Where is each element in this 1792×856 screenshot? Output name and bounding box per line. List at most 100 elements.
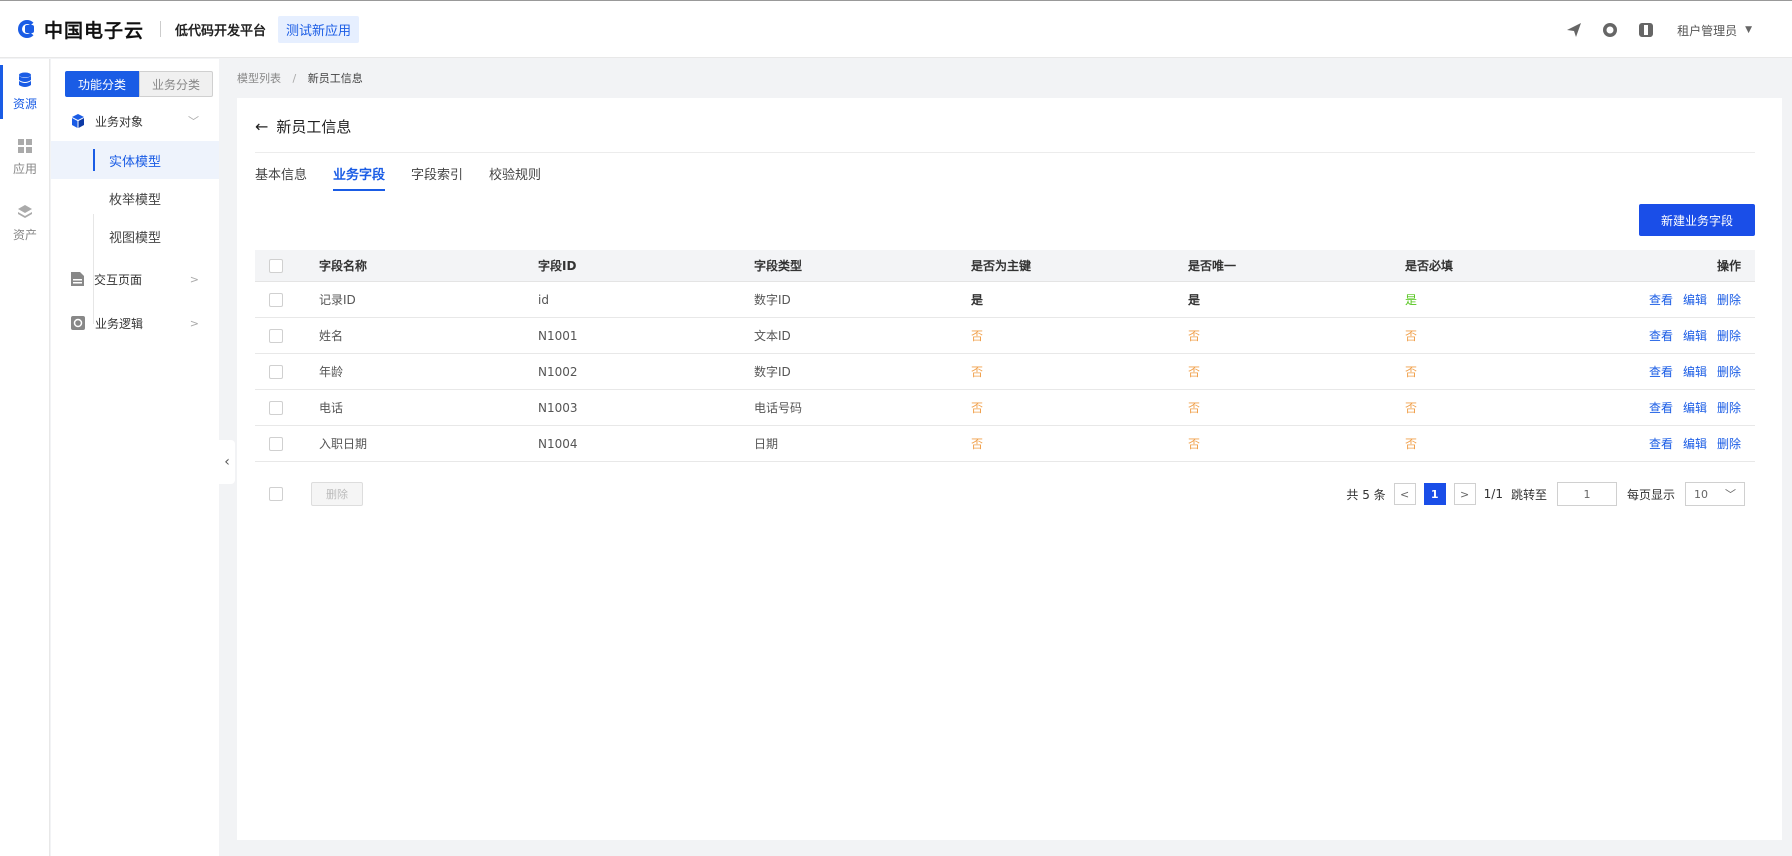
cell-pk: 否 bbox=[971, 437, 984, 451]
col-header-required: 是否必填 bbox=[1405, 259, 1454, 273]
database-icon bbox=[18, 72, 32, 91]
row-checkbox[interactable] bbox=[269, 292, 283, 307]
delete-link[interactable]: 删除 bbox=[1717, 399, 1741, 416]
box-icon[interactable] bbox=[1637, 21, 1655, 39]
table-row: 入职日期 N1004 日期 否 否 否 查看 编辑 删除 bbox=[255, 426, 1755, 462]
edit-link[interactable]: 编辑 bbox=[1683, 291, 1707, 308]
cube-icon bbox=[71, 114, 85, 128]
seg-function[interactable]: 功能分类 bbox=[65, 71, 140, 97]
cell-unique: 是 bbox=[1188, 293, 1201, 307]
cell-id: N1002 bbox=[538, 364, 578, 379]
edit-link[interactable]: 编辑 bbox=[1683, 327, 1707, 344]
rail-item-assets[interactable]: 资产 bbox=[0, 191, 50, 257]
cell-type: 电话号码 bbox=[754, 401, 803, 415]
edit-link[interactable]: 编辑 bbox=[1683, 399, 1707, 416]
batch-delete-button[interactable]: 删除 bbox=[311, 482, 363, 506]
cell-required: 否 bbox=[1405, 401, 1418, 415]
cell-id: N1004 bbox=[538, 436, 578, 451]
tab-business-fields[interactable]: 业务字段 bbox=[333, 164, 386, 191]
cell-name: 记录ID bbox=[319, 293, 356, 307]
table-header: 字段名称 字段ID 字段类型 是否为主键 是否唯一 是否必填 操作 bbox=[255, 250, 1755, 282]
tab-basic-info[interactable]: 基本信息 bbox=[255, 164, 307, 191]
cell-unique: 否 bbox=[1188, 437, 1201, 451]
rail-label: 资源 bbox=[12, 97, 37, 111]
delete-link[interactable]: 删除 bbox=[1717, 363, 1741, 380]
row-actions: 查看 编辑 删除 bbox=[1639, 435, 1741, 452]
nav-item-view-model[interactable]: 视图模型 bbox=[51, 217, 219, 255]
page-header: ← 新员工信息 bbox=[255, 116, 351, 137]
col-header-name: 字段名称 bbox=[319, 259, 368, 273]
collapse-sidebar-button[interactable]: ‹ bbox=[219, 440, 235, 484]
delete-link[interactable]: 删除 bbox=[1717, 327, 1741, 344]
view-link[interactable]: 查看 bbox=[1649, 435, 1673, 452]
side-nav: 功能分类 业务分类 业务对象 ﹀ 实体模型 枚举模型 视图模型 交互页面 > 业… bbox=[51, 59, 219, 856]
delete-link[interactable]: 删除 bbox=[1717, 291, 1741, 308]
footer-select-all-checkbox[interactable] bbox=[269, 487, 283, 501]
cell-id: N1001 bbox=[538, 328, 578, 343]
breadcrumb: 模型列表 / 新员工信息 bbox=[237, 70, 363, 86]
new-field-button[interactable]: 新建业务字段 bbox=[1639, 204, 1755, 236]
chevron-right-icon: > bbox=[189, 316, 199, 330]
tab-field-index[interactable]: 字段索引 bbox=[411, 164, 463, 191]
nav-item-enum-model[interactable]: 枚举模型 bbox=[51, 179, 219, 217]
row-actions: 查看 编辑 删除 bbox=[1639, 327, 1741, 344]
nav-group-logic[interactable]: 业务逻辑 > bbox=[51, 303, 219, 343]
row-checkbox[interactable] bbox=[269, 364, 283, 379]
cell-id: id bbox=[538, 292, 549, 307]
logo[interactable]: 中国电子云 bbox=[18, 16, 144, 43]
cell-pk: 否 bbox=[971, 329, 984, 343]
edit-link[interactable]: 编辑 bbox=[1683, 363, 1707, 380]
row-checkbox[interactable] bbox=[269, 400, 283, 415]
page-count: 1/1 bbox=[1483, 487, 1503, 501]
delete-link[interactable]: 删除 bbox=[1717, 435, 1741, 452]
tab-validation-rules[interactable]: 校验规则 bbox=[489, 164, 541, 191]
cell-required: 否 bbox=[1405, 329, 1418, 343]
select-all-checkbox[interactable] bbox=[269, 258, 283, 273]
per-page-select[interactable]: 10 ﹀ bbox=[1685, 482, 1745, 506]
jump-input[interactable]: 1 bbox=[1556, 482, 1617, 506]
platform-name: 低代码开发平台 bbox=[175, 23, 267, 39]
pagination: 共 5 条 < 1 > 1/1 跳转至 1 每页显示 10 ﹀ bbox=[1342, 482, 1745, 506]
clock-icon[interactable] bbox=[1601, 21, 1619, 39]
nav-group-pages[interactable]: 交互页面 > bbox=[51, 259, 219, 299]
edit-link[interactable]: 编辑 bbox=[1683, 435, 1707, 452]
chevron-down-icon: ﹀ bbox=[188, 115, 199, 128]
layers-icon bbox=[18, 205, 32, 222]
send-icon[interactable] bbox=[1565, 21, 1583, 39]
view-link[interactable]: 查看 bbox=[1649, 327, 1673, 344]
view-link[interactable]: 查看 bbox=[1649, 363, 1673, 380]
per-page-value: 10 bbox=[1694, 487, 1708, 501]
icon-rail: 资源 应用 资产 bbox=[0, 59, 50, 856]
seg-business[interactable]: 业务分类 bbox=[139, 71, 214, 97]
table-row: 电话 N1003 电话号码 否 否 否 查看 编辑 删除 bbox=[255, 390, 1755, 426]
chevron-right-icon: > bbox=[189, 272, 199, 286]
nav-group-business-objects[interactable]: 业务对象 ﹀ bbox=[51, 101, 219, 141]
breadcrumb-parent[interactable]: 模型列表 bbox=[237, 72, 281, 85]
chevron-down-icon: ﹀ bbox=[1725, 488, 1736, 501]
grid-icon bbox=[18, 139, 32, 156]
back-arrow-icon[interactable]: ← bbox=[255, 117, 268, 136]
view-link[interactable]: 查看 bbox=[1649, 399, 1673, 416]
tabs: 基本信息 业务字段 字段索引 校验规则 bbox=[255, 164, 567, 191]
next-page-button[interactable]: > bbox=[1453, 483, 1476, 505]
cell-unique: 否 bbox=[1188, 401, 1201, 415]
cell-pk: 是 bbox=[971, 293, 984, 307]
page-1-button[interactable]: 1 bbox=[1423, 483, 1446, 505]
col-header-ops: 操作 bbox=[1716, 259, 1741, 273]
row-checkbox[interactable] bbox=[269, 328, 283, 343]
row-checkbox[interactable] bbox=[269, 436, 283, 451]
row-actions: 查看 编辑 删除 bbox=[1639, 399, 1741, 416]
prev-page-button[interactable]: < bbox=[1393, 483, 1416, 505]
rail-item-apps[interactable]: 应用 bbox=[0, 125, 50, 191]
nav-item-entity-model[interactable]: 实体模型 bbox=[51, 141, 219, 179]
app-selector[interactable]: 测试新应用 bbox=[278, 15, 360, 43]
main-panel: ← 新员工信息 基本信息 业务字段 字段索引 校验规则 新建业务字段 字段名称 … bbox=[237, 98, 1782, 840]
per-page-label: 每页显示 bbox=[1626, 487, 1675, 502]
view-link[interactable]: 查看 bbox=[1649, 291, 1673, 308]
col-header-type: 字段类型 bbox=[754, 259, 803, 273]
table-row: 姓名 N1001 文本ID 否 否 否 查看 编辑 删除 bbox=[255, 318, 1755, 354]
caret-down-icon[interactable]: ▼ bbox=[1745, 25, 1752, 35]
user-menu[interactable]: 租户管理员 bbox=[1677, 22, 1737, 39]
logo-text: 中国电子云 bbox=[44, 19, 145, 42]
rail-item-resources[interactable]: 资源 bbox=[0, 59, 50, 125]
